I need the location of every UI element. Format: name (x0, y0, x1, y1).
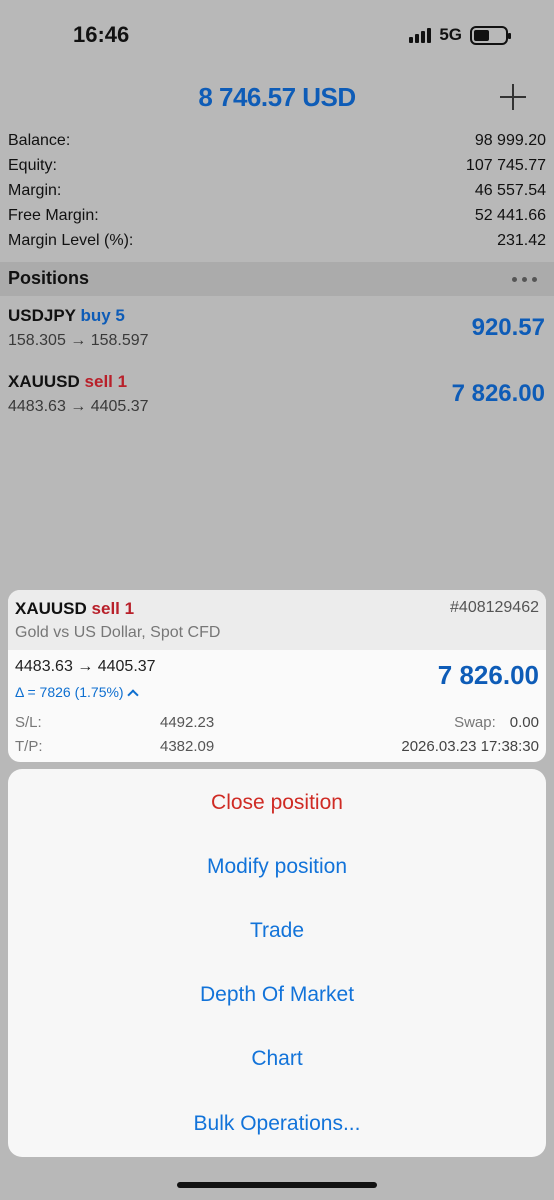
swap-value: 0.00 (509, 714, 539, 731)
position-symbol: XAUUSD (8, 372, 80, 391)
detail-ticket: #408129462 (450, 599, 539, 616)
tp-label: T/P: (15, 738, 43, 755)
detail-symbol-line: XAUUSD sell 1 (15, 599, 134, 619)
sl-label: S/L: (15, 714, 42, 731)
detail-prices: 4483.63 → 4405.37 (15, 658, 156, 675)
positions-title: Positions (8, 268, 90, 288)
home-indicator[interactable] (177, 1182, 377, 1188)
position-symbol-line: USDJPY buy 5 (8, 306, 125, 326)
position-side: buy 5 (80, 306, 125, 325)
position-side: sell 1 (84, 372, 128, 391)
summary-row-equity: Equity: 107 745.77 (8, 157, 546, 182)
open-time: 2026.03.23 17:38:30 (401, 738, 539, 755)
tp-value: 4382.09 (160, 738, 215, 755)
position-prices: 158.305 → 158.597 (8, 332, 149, 349)
detail-header: XAUUSD sell 1 #408129462 Gold vs US Doll… (8, 590, 546, 650)
delta-text: Δ = 7826 (1.75%) (15, 684, 124, 700)
swap-group: Swap: 0.00 (454, 714, 539, 731)
detail-delta[interactable]: Δ = 7826 (1.75%) (15, 684, 139, 701)
status-indicators: 5G (409, 25, 511, 45)
summary-label: Margin Level (%): (8, 232, 134, 249)
summary-value: 52 441.66 (474, 207, 546, 224)
more-dots-icon[interactable] (512, 277, 537, 282)
battery-level (474, 29, 489, 41)
detail-tp-row: T/P: 4382.09 2026.03.23 17:38:30 (8, 738, 546, 758)
summary-value: 98 999.20 (474, 132, 546, 149)
plus-icon[interactable] (500, 84, 526, 110)
summary-value: 46 557.54 (474, 182, 546, 199)
signal-icon (409, 27, 432, 43)
bulk-operations-button[interactable]: Bulk Operations... (8, 1092, 546, 1156)
summary-label: Balance: (8, 132, 71, 149)
network-type: 5G (439, 25, 462, 44)
detail-symbol: XAUUSD (15, 599, 87, 618)
positions-header: Positions (0, 262, 554, 296)
position-profit: 7 826.00 (451, 380, 545, 407)
status-bar: 16:46 5G (0, 0, 554, 80)
chart-button[interactable]: Chart (8, 1027, 546, 1091)
detail-profit: 7 826.00 (437, 660, 539, 690)
chevron-up-icon (126, 689, 139, 701)
status-time: 16:46 (73, 22, 130, 47)
position-row-xauusd[interactable]: XAUUSD sell 1 4483.63 → 4405.37 7 826.00 (0, 366, 554, 432)
detail-sl-row: S/L: 4492.23 Swap: 0.00 (8, 714, 546, 734)
summary-row-free-margin: Free Margin: 52 441.66 (8, 207, 546, 232)
position-symbol: USDJPY (8, 306, 76, 325)
close-position-button[interactable]: Close position (8, 771, 546, 835)
detail-description: Gold vs US Dollar, Spot CFD (15, 624, 221, 641)
action-sheet: Close position Modify position Trade Dep… (8, 769, 546, 1157)
battery-icon (470, 25, 511, 45)
summary-row-balance: Balance: 98 999.20 (8, 132, 546, 157)
summary-row-margin-level: Margin Level (%): 231.42 (8, 232, 546, 257)
trade-button[interactable]: Trade (8, 899, 546, 963)
detail-side: sell 1 (91, 599, 135, 618)
summary-row-margin: Margin: 46 557.54 (8, 182, 546, 207)
summary-label: Equity: (8, 157, 57, 174)
summary-value: 107 745.77 (465, 157, 546, 174)
summary-label: Free Margin: (8, 207, 99, 224)
summary-label: Margin: (8, 182, 62, 199)
sl-value: 4492.23 (160, 714, 215, 731)
position-detail-card: XAUUSD sell 1 #408129462 Gold vs US Doll… (8, 590, 546, 762)
position-symbol-line: XAUUSD sell 1 (8, 372, 127, 392)
modify-position-button[interactable]: Modify position (8, 835, 546, 899)
position-prices: 4483.63 → 4405.37 (8, 398, 149, 415)
depth-of-market-button[interactable]: Depth Of Market (8, 963, 546, 1027)
account-profit-title: 8 746.57 USD (198, 82, 356, 112)
position-row-usdjpy[interactable]: USDJPY buy 5 158.305 → 158.597 920.57 (0, 300, 554, 366)
swap-label: Swap: (454, 714, 496, 731)
summary-value: 231.42 (497, 232, 546, 249)
account-summary: Balance: 98 999.20 Equity: 107 745.77 Ma… (8, 132, 546, 257)
position-profit: 920.57 (471, 314, 545, 341)
